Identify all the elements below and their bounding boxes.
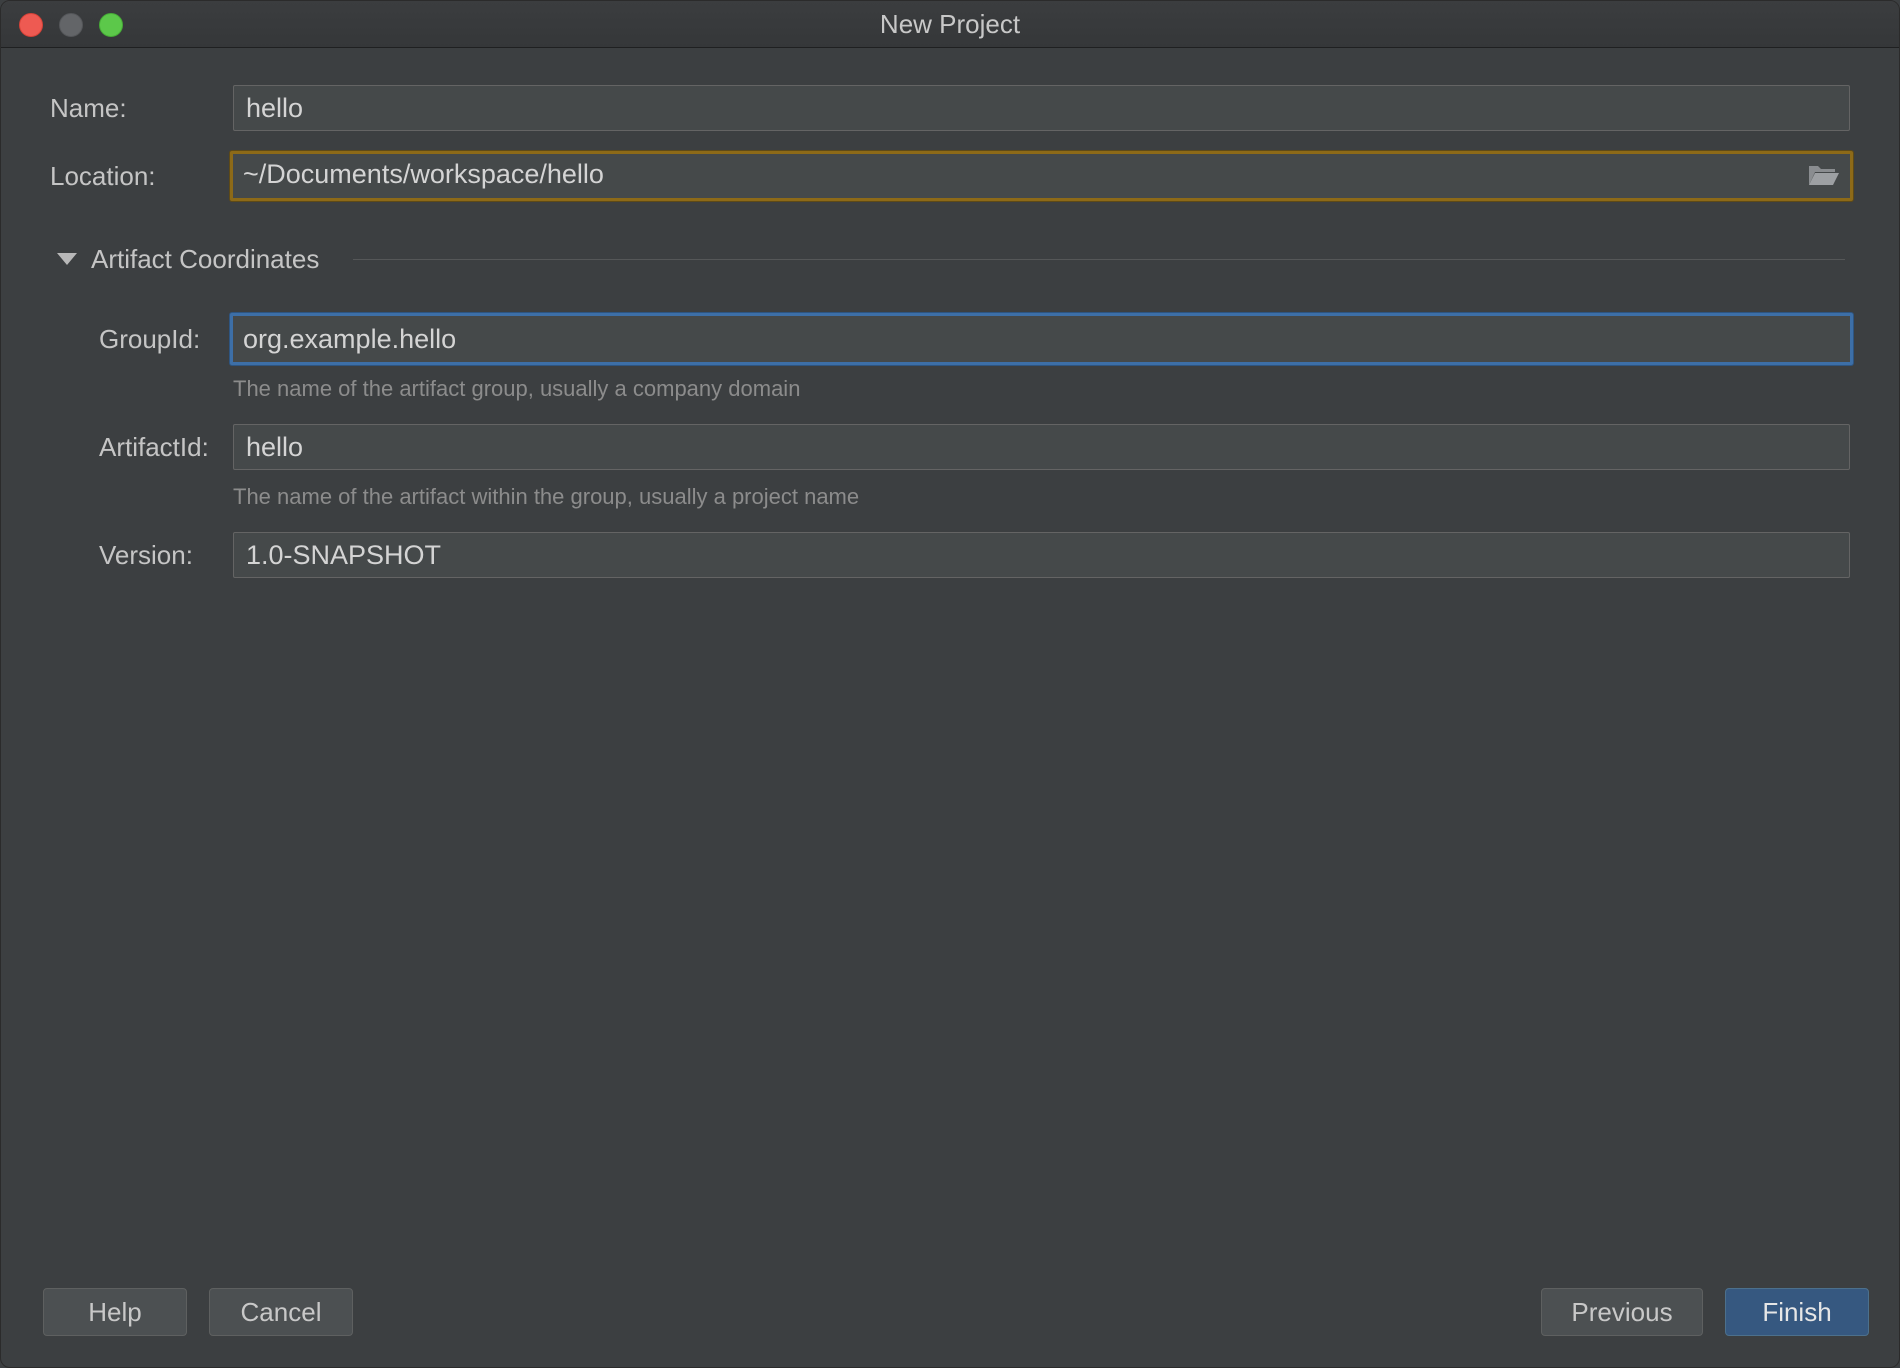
window-title: New Project [879, 9, 1021, 39]
new-project-dialog: New Project Name: Location: ~/Documents/… [0, 0, 1900, 1368]
cancel-button[interactable]: Cancel [209, 1288, 353, 1336]
folder-open-icon[interactable] [1808, 163, 1840, 187]
version-input[interactable] [233, 532, 1850, 578]
location-value: ~/Documents/workspace/hello [243, 159, 604, 189]
location-field[interactable]: ~/Documents/workspace/hello [230, 151, 1853, 201]
title-bar: New Project [1, 1, 1899, 48]
artifact-id-input[interactable] [233, 424, 1850, 470]
artifact-id-hint: The name of the artifact within the grou… [233, 484, 860, 509]
name-label: Name: [50, 93, 127, 123]
location-label: Location: [50, 161, 156, 191]
name-input[interactable] [233, 85, 1850, 131]
finish-button[interactable]: Finish [1725, 1288, 1869, 1336]
group-id-input[interactable] [230, 313, 1853, 365]
version-label: Version: [99, 540, 193, 570]
previous-button[interactable]: Previous [1541, 1288, 1703, 1336]
artifact-coordinates-header[interactable]: Artifact Coordinates [51, 239, 1851, 279]
group-id-label: GroupId: [99, 324, 201, 354]
artifact-id-label: ArtifactId: [99, 432, 209, 462]
group-id-hint: The name of the artifact group, usually … [233, 376, 801, 401]
triangle-down-icon[interactable] [57, 253, 77, 265]
section-title: Artifact Coordinates [91, 244, 320, 274]
help-button[interactable]: Help [43, 1288, 187, 1336]
section-divider [353, 259, 1845, 260]
